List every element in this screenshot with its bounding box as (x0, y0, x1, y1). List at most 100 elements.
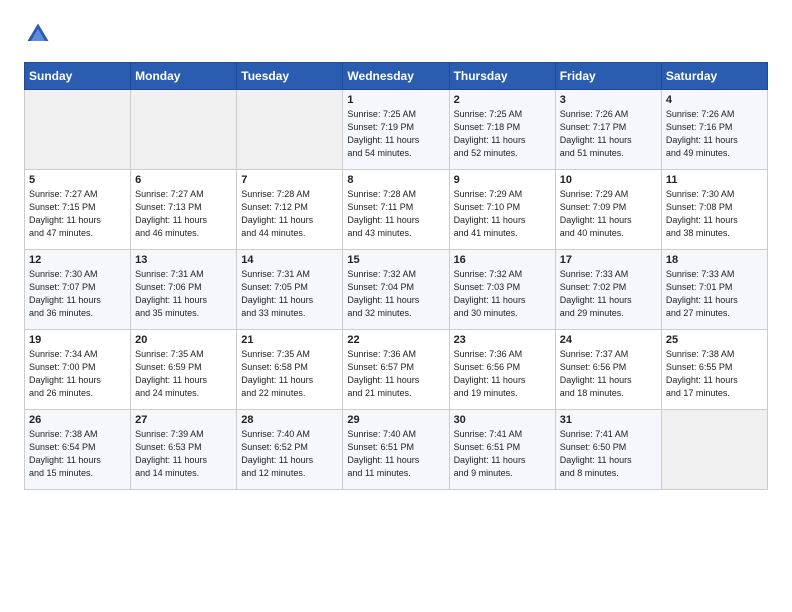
day-number: 10 (560, 174, 657, 186)
calendar-cell: 12Sunrise: 7:30 AM Sunset: 7:07 PM Dayli… (25, 250, 131, 330)
day-info: Sunrise: 7:29 AM Sunset: 7:09 PM Dayligh… (560, 188, 657, 240)
weekday-header: Saturday (661, 63, 767, 90)
day-number: 7 (241, 174, 338, 186)
day-number: 1 (347, 94, 444, 106)
day-info: Sunrise: 7:38 AM Sunset: 6:55 PM Dayligh… (666, 348, 763, 400)
day-number: 23 (454, 334, 551, 346)
day-info: Sunrise: 7:26 AM Sunset: 7:17 PM Dayligh… (560, 108, 657, 160)
day-number: 19 (29, 334, 126, 346)
day-info: Sunrise: 7:25 AM Sunset: 7:19 PM Dayligh… (347, 108, 444, 160)
calendar-cell: 1 Sunrise: 7:25 AM Sunset: 7:19 PM Daylig… (343, 90, 449, 170)
page: SundayMondayTuesdayWednesdayThursdayFrid… (0, 0, 792, 510)
day-info: Sunrise: 7:33 AM Sunset: 7:01 PM Dayligh… (666, 268, 763, 320)
day-number: 6 (135, 174, 232, 186)
calendar-cell (661, 410, 767, 490)
day-number: 4 (666, 94, 763, 106)
weekday-header-row: SundayMondayTuesdayWednesdayThursdayFrid… (25, 63, 768, 90)
calendar-cell: 31 Sunrise: 7:41 AM Sunset: 6:50 PM Dayli… (555, 410, 661, 490)
day-info: Sunrise: 7:35 AM Sunset: 6:59 PM Dayligh… (135, 348, 232, 400)
calendar-cell: 17 Sunrise: 7:33 AM Sunset: 7:02 PM Dayli… (555, 250, 661, 330)
day-info: Sunrise: 7:34 AM Sunset: 7:00 PM Dayligh… (29, 348, 126, 400)
calendar-cell: 4 Sunrise: 7:26 AM Sunset: 7:16 PM Daylig… (661, 90, 767, 170)
weekday-header: Wednesday (343, 63, 449, 90)
day-number: 20 (135, 334, 232, 346)
weekday-header: Monday (131, 63, 237, 90)
day-info: Sunrise: 7:36 AM Sunset: 6:56 PM Dayligh… (454, 348, 551, 400)
day-number: 2 (454, 94, 551, 106)
day-info: Sunrise: 7:26 AM Sunset: 7:16 PM Dayligh… (666, 108, 763, 160)
day-info: Sunrise: 7:31 AM Sunset: 7:06 PM Dayligh… (135, 268, 232, 320)
day-number: 9 (454, 174, 551, 186)
calendar-cell: 29 Sunrise: 7:40 AM Sunset: 6:51 PM Dayli… (343, 410, 449, 490)
calendar-cell: 20 Sunrise: 7:35 AM Sunset: 6:59 PM Dayli… (131, 330, 237, 410)
calendar-week-row: 26Sunrise: 7:38 AM Sunset: 6:54 PM Dayli… (25, 410, 768, 490)
day-info: Sunrise: 7:27 AM Sunset: 7:13 PM Dayligh… (135, 188, 232, 240)
calendar-cell: 22Sunrise: 7:36 AM Sunset: 6:57 PM Dayli… (343, 330, 449, 410)
calendar-cell: 9 Sunrise: 7:29 AM Sunset: 7:10 PM Daylig… (449, 170, 555, 250)
calendar-cell: 14 Sunrise: 7:31 AM Sunset: 7:05 PM Dayli… (237, 250, 343, 330)
day-number: 24 (560, 334, 657, 346)
calendar-cell (25, 90, 131, 170)
calendar-week-row: 19 Sunrise: 7:34 AM Sunset: 7:00 PM Dayli… (25, 330, 768, 410)
day-info: Sunrise: 7:29 AM Sunset: 7:10 PM Dayligh… (454, 188, 551, 240)
calendar-cell: 27Sunrise: 7:39 AM Sunset: 6:53 PM Dayli… (131, 410, 237, 490)
day-info: Sunrise: 7:40 AM Sunset: 6:52 PM Dayligh… (241, 428, 338, 480)
day-info: Sunrise: 7:28 AM Sunset: 7:11 PM Dayligh… (347, 188, 444, 240)
day-info: Sunrise: 7:32 AM Sunset: 7:03 PM Dayligh… (454, 268, 551, 320)
calendar-cell: 5Sunrise: 7:27 AM Sunset: 7:15 PM Daylig… (25, 170, 131, 250)
calendar-cell: 18Sunrise: 7:33 AM Sunset: 7:01 PM Dayli… (661, 250, 767, 330)
day-number: 17 (560, 254, 657, 266)
day-number: 28 (241, 414, 338, 426)
calendar-cell (131, 90, 237, 170)
calendar-cell: 7Sunrise: 7:28 AM Sunset: 7:12 PM Daylig… (237, 170, 343, 250)
day-number: 5 (29, 174, 126, 186)
calendar-cell: 23 Sunrise: 7:36 AM Sunset: 6:56 PM Dayli… (449, 330, 555, 410)
calendar-cell: 11 Sunrise: 7:30 AM Sunset: 7:08 PM Dayli… (661, 170, 767, 250)
calendar-cell: 21Sunrise: 7:35 AM Sunset: 6:58 PM Dayli… (237, 330, 343, 410)
day-number: 26 (29, 414, 126, 426)
calendar-week-row: 1 Sunrise: 7:25 AM Sunset: 7:19 PM Daylig… (25, 90, 768, 170)
calendar-cell: 30Sunrise: 7:41 AM Sunset: 6:51 PM Dayli… (449, 410, 555, 490)
day-number: 11 (666, 174, 763, 186)
day-number: 16 (454, 254, 551, 266)
day-info: Sunrise: 7:31 AM Sunset: 7:05 PM Dayligh… (241, 268, 338, 320)
calendar-week-row: 12Sunrise: 7:30 AM Sunset: 7:07 PM Dayli… (25, 250, 768, 330)
day-info: Sunrise: 7:33 AM Sunset: 7:02 PM Dayligh… (560, 268, 657, 320)
calendar-cell: 10 Sunrise: 7:29 AM Sunset: 7:09 PM Dayli… (555, 170, 661, 250)
weekday-header: Sunday (25, 63, 131, 90)
logo-icon (24, 20, 52, 48)
calendar-cell: 16 Sunrise: 7:32 AM Sunset: 7:03 PM Dayli… (449, 250, 555, 330)
day-number: 29 (347, 414, 444, 426)
day-number: 12 (29, 254, 126, 266)
calendar-cell: 8 Sunrise: 7:28 AM Sunset: 7:11 PM Daylig… (343, 170, 449, 250)
calendar-cell: 28 Sunrise: 7:40 AM Sunset: 6:52 PM Dayli… (237, 410, 343, 490)
calendar-cell: 25Sunrise: 7:38 AM Sunset: 6:55 PM Dayli… (661, 330, 767, 410)
day-number: 14 (241, 254, 338, 266)
day-number: 13 (135, 254, 232, 266)
calendar-cell: 19 Sunrise: 7:34 AM Sunset: 7:00 PM Dayli… (25, 330, 131, 410)
weekday-header: Friday (555, 63, 661, 90)
calendar-cell: 15 Sunrise: 7:32 AM Sunset: 7:04 PM Dayli… (343, 250, 449, 330)
day-info: Sunrise: 7:39 AM Sunset: 6:53 PM Dayligh… (135, 428, 232, 480)
day-info: Sunrise: 7:32 AM Sunset: 7:04 PM Dayligh… (347, 268, 444, 320)
day-info: Sunrise: 7:30 AM Sunset: 7:08 PM Dayligh… (666, 188, 763, 240)
day-number: 21 (241, 334, 338, 346)
calendar-cell: 26Sunrise: 7:38 AM Sunset: 6:54 PM Dayli… (25, 410, 131, 490)
calendar-cell: 2Sunrise: 7:25 AM Sunset: 7:18 PM Daylig… (449, 90, 555, 170)
calendar-cell: 6 Sunrise: 7:27 AM Sunset: 7:13 PM Daylig… (131, 170, 237, 250)
day-number: 30 (454, 414, 551, 426)
day-info: Sunrise: 7:41 AM Sunset: 6:50 PM Dayligh… (560, 428, 657, 480)
logo (24, 20, 56, 48)
day-number: 8 (347, 174, 444, 186)
calendar-table: SundayMondayTuesdayWednesdayThursdayFrid… (24, 62, 768, 490)
calendar-cell: 13 Sunrise: 7:31 AM Sunset: 7:06 PM Dayli… (131, 250, 237, 330)
day-number: 22 (347, 334, 444, 346)
header (24, 20, 768, 48)
weekday-header: Tuesday (237, 63, 343, 90)
calendar-cell: 3Sunrise: 7:26 AM Sunset: 7:17 PM Daylig… (555, 90, 661, 170)
day-info: Sunrise: 7:40 AM Sunset: 6:51 PM Dayligh… (347, 428, 444, 480)
day-number: 15 (347, 254, 444, 266)
day-info: Sunrise: 7:37 AM Sunset: 6:56 PM Dayligh… (560, 348, 657, 400)
weekday-header: Thursday (449, 63, 555, 90)
day-number: 31 (560, 414, 657, 426)
